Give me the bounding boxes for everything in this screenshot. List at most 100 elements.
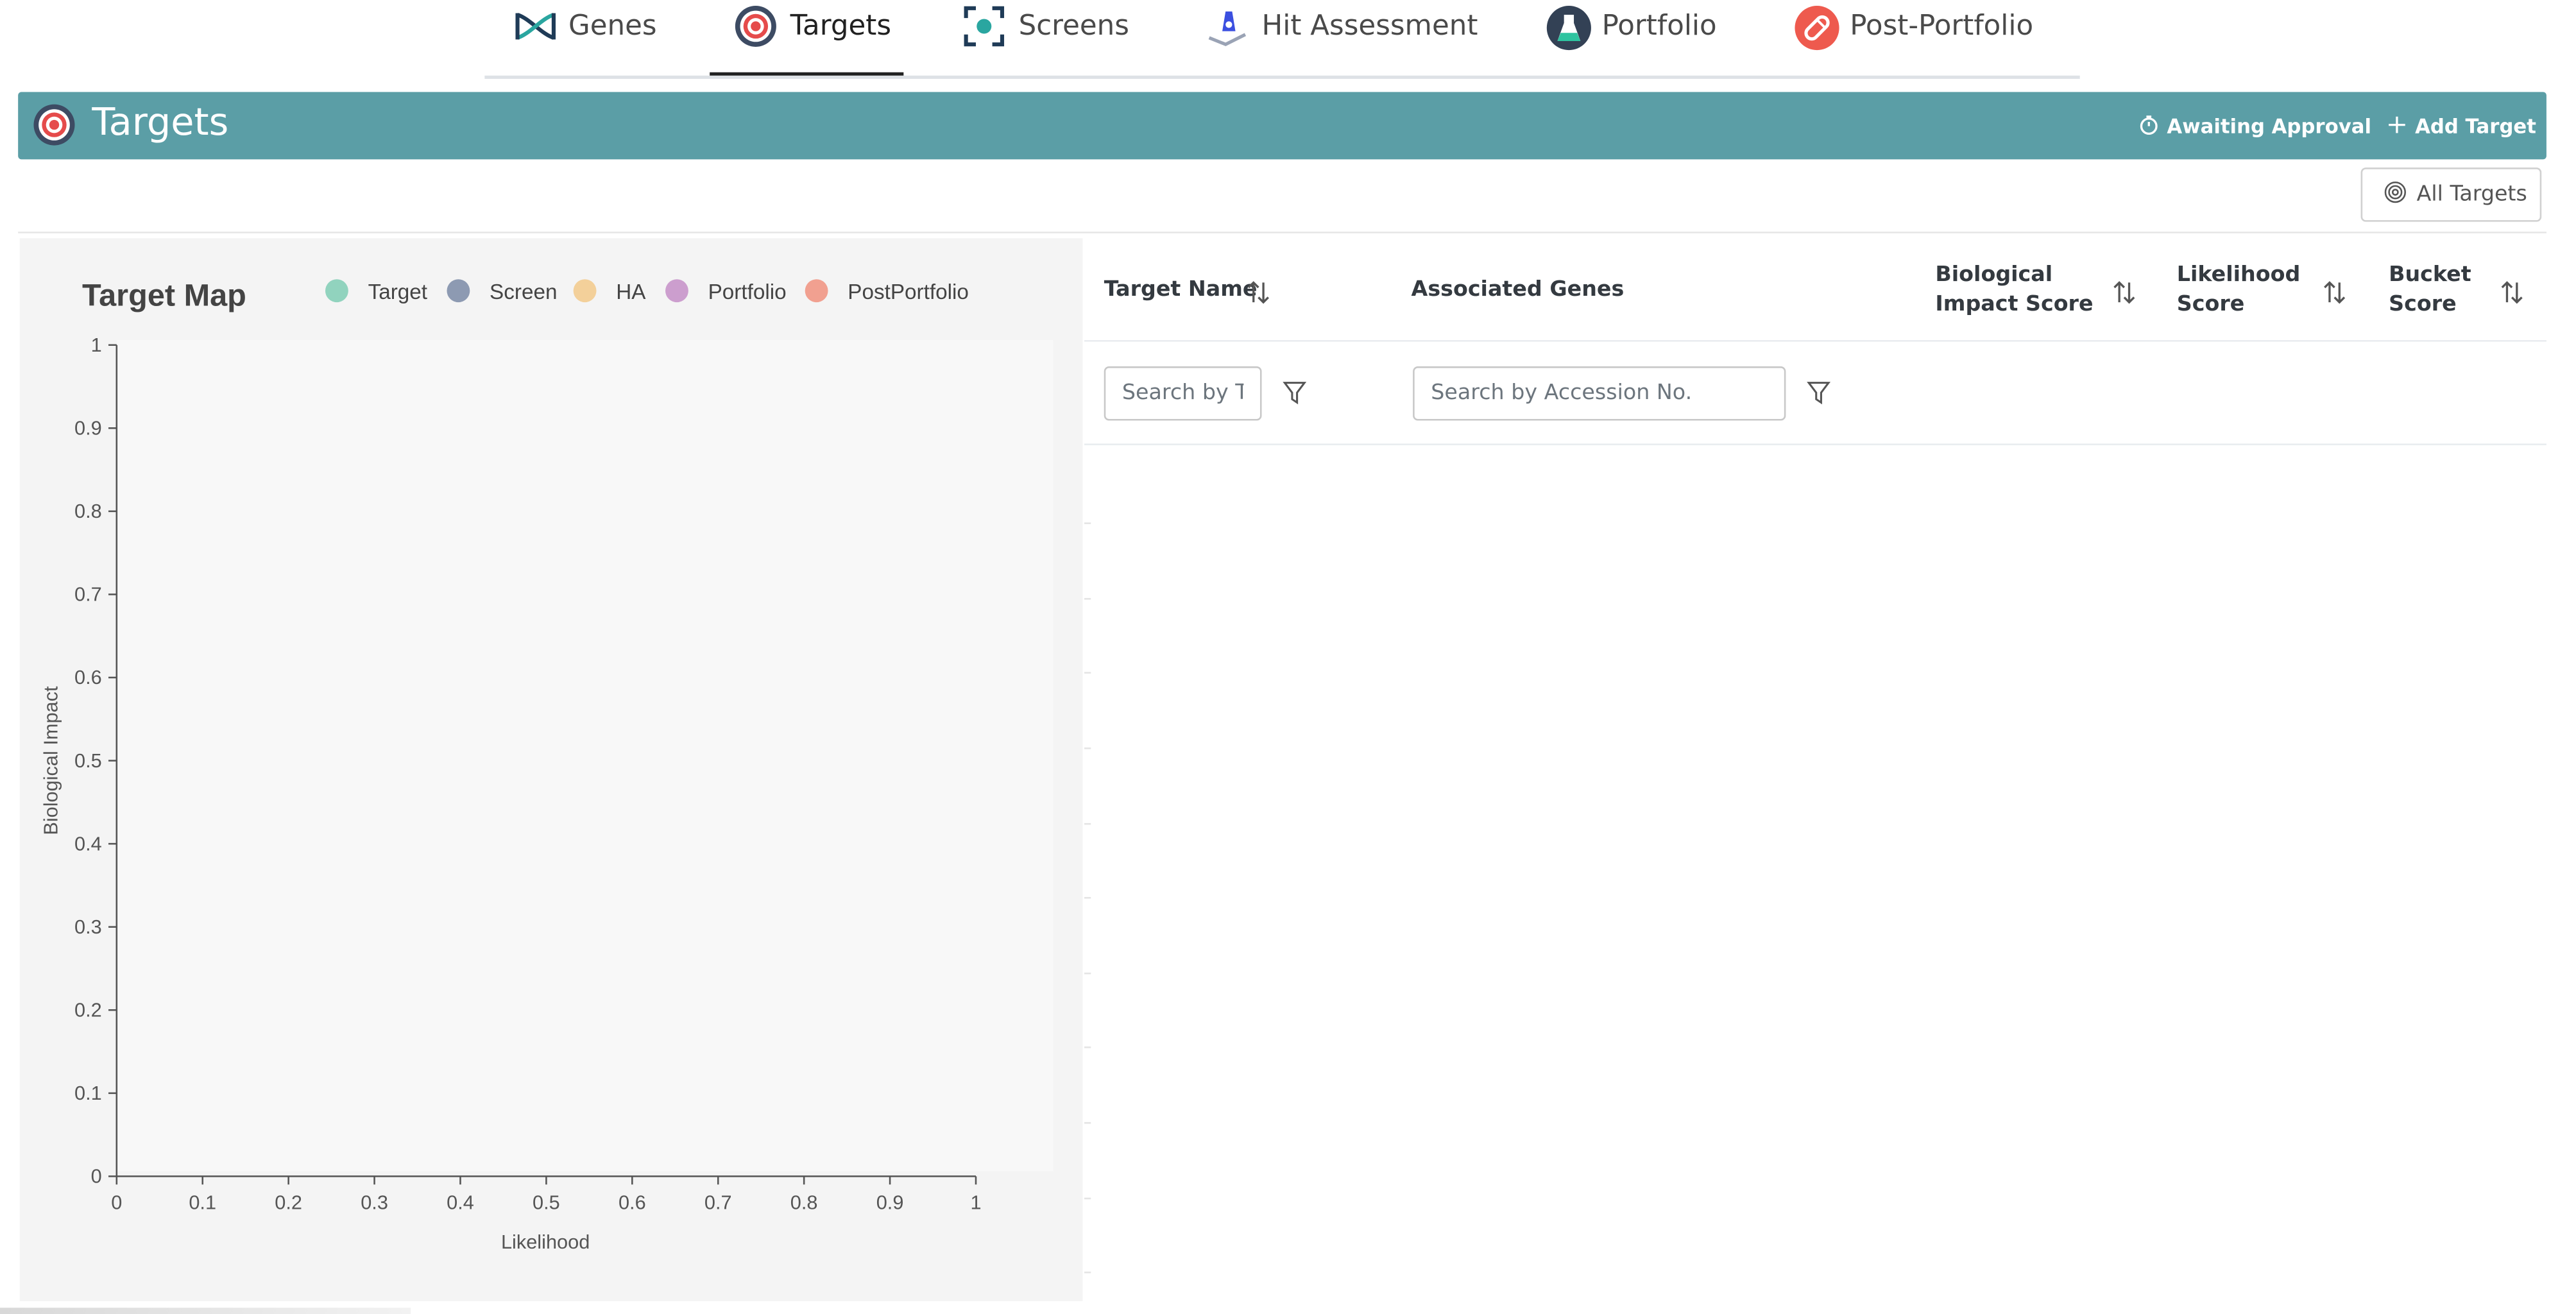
- nav-tab-screens[interactable]: Screens: [963, 3, 1129, 49]
- y-tick-label: 0.3: [74, 916, 102, 938]
- nav-tab-label: Portfolio: [1601, 10, 1717, 43]
- nav-tab-hit-assessment[interactable]: Hit Assessment: [1206, 3, 1478, 49]
- divider: [18, 232, 2546, 234]
- table-filter-border: [1084, 443, 2546, 445]
- y-tick-label: 0.2: [74, 998, 102, 1021]
- table-row-divider: [1084, 1046, 1091, 1048]
- add-target-button[interactable]: Add Target: [2387, 112, 2536, 141]
- legend-label: PostPortfolio: [848, 280, 969, 304]
- awaiting-approval-button[interactable]: Awaiting Approval: [2139, 112, 2371, 141]
- target-map-chart: Target Map Target Screen HA Portfolio PostPo…: [19, 238, 1083, 1301]
- y-axis-label: Biological Impact: [40, 686, 62, 835]
- active-tab-underline: [710, 72, 904, 76]
- nav-tab-label: Targets: [790, 10, 892, 43]
- chart-title: Target Map: [82, 278, 246, 312]
- page-title: Targets: [92, 101, 229, 145]
- table-row-divider: [1084, 1197, 1091, 1200]
- filter-icon[interactable]: [1281, 379, 1308, 405]
- legend-label: Screen: [490, 280, 557, 304]
- y-tick-label: 0: [91, 1165, 102, 1188]
- y-tick-label: 0.7: [74, 583, 102, 606]
- column-header-target-name[interactable]: Target Name: [1104, 276, 1258, 305]
- table-row-divider: [1084, 672, 1091, 674]
- legend-marker: [325, 279, 348, 303]
- x-tick-label: 0.4: [447, 1191, 474, 1214]
- y-tick-label: 0.9: [74, 417, 102, 439]
- nav-tab-label: Post-Portfolio: [1850, 10, 2034, 43]
- sort-icon[interactable]: [1247, 279, 1270, 305]
- x-tick-label: 0.2: [275, 1191, 302, 1214]
- nav-tab-post-portfolio[interactable]: Post-Portfolio: [1794, 3, 2034, 51]
- pill-icon: [1794, 5, 1839, 51]
- target-icon: [33, 103, 76, 153]
- x-tick-label: 0: [111, 1191, 122, 1214]
- column-header-label: Target Name: [1104, 277, 1258, 303]
- x-tick-label: 1: [970, 1191, 981, 1214]
- nav-tab-targets[interactable]: Targets: [735, 3, 891, 49]
- column-header-label: Impact Score: [1935, 292, 2094, 318]
- all-targets-label: All Targets: [2416, 182, 2527, 207]
- column-header-label: Associated Genes: [1411, 277, 1625, 303]
- table-row-divider: [1084, 1271, 1091, 1274]
- column-header-bucket-score[interactable]: Bucket Score: [2389, 261, 2471, 320]
- y-tick-label: 0.6: [74, 666, 102, 688]
- targets-table: Target Name Associated Genes Biological …: [1084, 238, 2546, 1306]
- add-target-label: Add Target: [2415, 115, 2536, 139]
- x-tick-label: 0.9: [876, 1191, 904, 1214]
- column-header-label: Biological: [1935, 262, 2053, 288]
- x-tick-label: 0.7: [704, 1191, 732, 1214]
- x-axis-label: Likelihood: [501, 1231, 590, 1253]
- accession-search-input[interactable]: [1413, 366, 1786, 421]
- x-tick-label: 0.3: [361, 1191, 388, 1214]
- x-tick-label: 0.8: [790, 1191, 818, 1214]
- legend-marker: [665, 279, 688, 303]
- column-header-label: Likelihood: [2176, 262, 2301, 288]
- sort-icon[interactable]: [2113, 279, 2136, 305]
- table-row-divider: [1084, 1122, 1091, 1124]
- target-map-svg: Target Map Target Screen HA Portfolio PostPo…: [40, 278, 1053, 1253]
- page-header: Targets Awaiting Approval Add Target: [18, 92, 2546, 160]
- table-row-divider: [1084, 598, 1091, 600]
- legend-label: Target: [368, 280, 427, 304]
- dna-icon: [513, 5, 556, 48]
- nav-tab-label: Genes: [568, 10, 657, 43]
- table-row-divider: [1084, 972, 1091, 975]
- x-tick-label: 0.1: [189, 1191, 216, 1214]
- y-tick-label: 0.8: [74, 500, 102, 522]
- column-header-label: Score: [2389, 292, 2457, 318]
- x-tick-label: 0.5: [533, 1191, 560, 1214]
- legend-label: HA: [616, 280, 646, 304]
- flask-hand-icon: [1206, 5, 1249, 48]
- awaiting-approval-label: Awaiting Approval: [2167, 115, 2371, 139]
- nav-tab-label: Hit Assessment: [1261, 10, 1478, 43]
- filter-icon[interactable]: [1805, 379, 1832, 405]
- all-targets-button[interactable]: All Targets: [2360, 167, 2542, 222]
- legend-marker: [447, 279, 470, 303]
- sort-icon[interactable]: [2500, 279, 2523, 305]
- column-header-biological-impact[interactable]: Biological Impact Score: [1935, 261, 2093, 320]
- target-icon: [735, 5, 778, 48]
- column-header-associated-genes: Associated Genes: [1412, 276, 1625, 305]
- x-tick-label: 0.6: [618, 1191, 646, 1214]
- column-header-likelihood-score[interactable]: Likelihood Score: [2177, 261, 2301, 320]
- screen-scan-icon: [963, 5, 1006, 48]
- table-header-border: [1084, 340, 2546, 342]
- plus-icon: [2387, 114, 2407, 139]
- plot-area: [116, 340, 1053, 1172]
- table-row-divider: [1084, 522, 1091, 524]
- y-tick-label: 0.4: [74, 832, 102, 855]
- legend-marker: [805, 279, 828, 303]
- portfolio-flask-icon: [1546, 5, 1591, 51]
- legend-marker: [573, 279, 597, 303]
- target-name-search-input[interactable]: [1104, 366, 1262, 421]
- horizontal-scrollbar[interactable]: [0, 1308, 411, 1314]
- table-row-divider: [1084, 823, 1091, 825]
- table-row-divider: [1084, 747, 1091, 749]
- column-header-label: Bucket: [2389, 262, 2471, 288]
- y-tick-label: 0.5: [74, 749, 102, 772]
- nav-tab-genes[interactable]: Genes: [513, 3, 657, 49]
- sort-icon[interactable]: [2323, 279, 2346, 305]
- legend-label: Portfolio: [708, 280, 787, 304]
- nav-tab-portfolio[interactable]: Portfolio: [1546, 3, 1717, 51]
- nav-tab-label: Screens: [1018, 10, 1129, 43]
